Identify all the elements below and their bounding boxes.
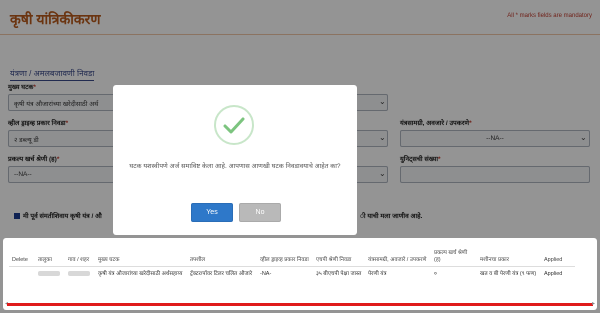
col-machinery: यंत्रसामग्री, अवजारे / उपकरणे (365, 248, 431, 267)
taluka-cell (35, 267, 65, 284)
col-delete: Delete (9, 248, 35, 267)
col-taluka: तालुका (35, 248, 65, 267)
col-applied: Applied (541, 248, 575, 267)
scroll-right-icon[interactable]: ▸ (592, 300, 595, 307)
table-row: कृषी यंत्र औजारांच्या खरेदीसाठी अर्थसहाय… (9, 267, 575, 284)
wheel-drive-cell: -NA- (260, 271, 272, 277)
redacted-text (38, 271, 60, 276)
col-hp-range: एचपी श्रेणी निवडा (313, 248, 365, 267)
col-expense: प्रकल्प खर्च श्रेणी (ह) (431, 248, 477, 267)
main-component-cell: कृषी यंत्र औजारांच्या खरेदीसाठी अर्थसहाय… (98, 271, 183, 277)
no-button[interactable]: No (239, 203, 281, 222)
machinery-cell: पेरणी यंत्र (368, 271, 387, 277)
machine-type-cell: खत व बी पेरणी यंत्र (९ फण) (480, 271, 537, 277)
success-check-icon (214, 105, 254, 145)
applied-components-panel: Delete तालुका गाव / शहर मुख्य घटक तपशील … (3, 238, 597, 310)
dialog-message: घटक यशस्वीपणे अर्ज समाविष्ट केला आहे. आप… (129, 163, 341, 170)
col-main-component: मुख्य घटक (95, 248, 187, 267)
expense-cell: ० (434, 271, 437, 277)
village-cell (65, 267, 95, 284)
redacted-text (68, 271, 90, 276)
delete-cell[interactable] (9, 267, 35, 284)
col-details: तपशील (187, 248, 257, 267)
col-machine-type: मशीनचा प्रकार (477, 248, 541, 267)
details-cell: ट्रॅक्टर/पॉवर टिलर चलित औजारे (190, 271, 253, 277)
hp-range-cell: ३५ बीएचपी पेक्षा जास्त (316, 271, 362, 277)
horizontal-scrollbar[interactable] (7, 303, 593, 306)
confirm-dialog: घटक यशस्वीपणे अर्ज समाविष्ट केला आहे. आप… (113, 85, 357, 235)
status-cell: Applied (544, 271, 563, 277)
applied-components-table: Delete तालुका गाव / शहर मुख्य घटक तपशील … (9, 248, 575, 283)
table-header-row: Delete तालुका गाव / शहर मुख्य घटक तपशील … (9, 248, 575, 267)
col-village: गाव / शहर (65, 248, 95, 267)
col-wheel-drive: व्हील ड्राइव्ह प्रकार निवडा (257, 248, 313, 267)
yes-button[interactable]: Yes (191, 203, 233, 222)
